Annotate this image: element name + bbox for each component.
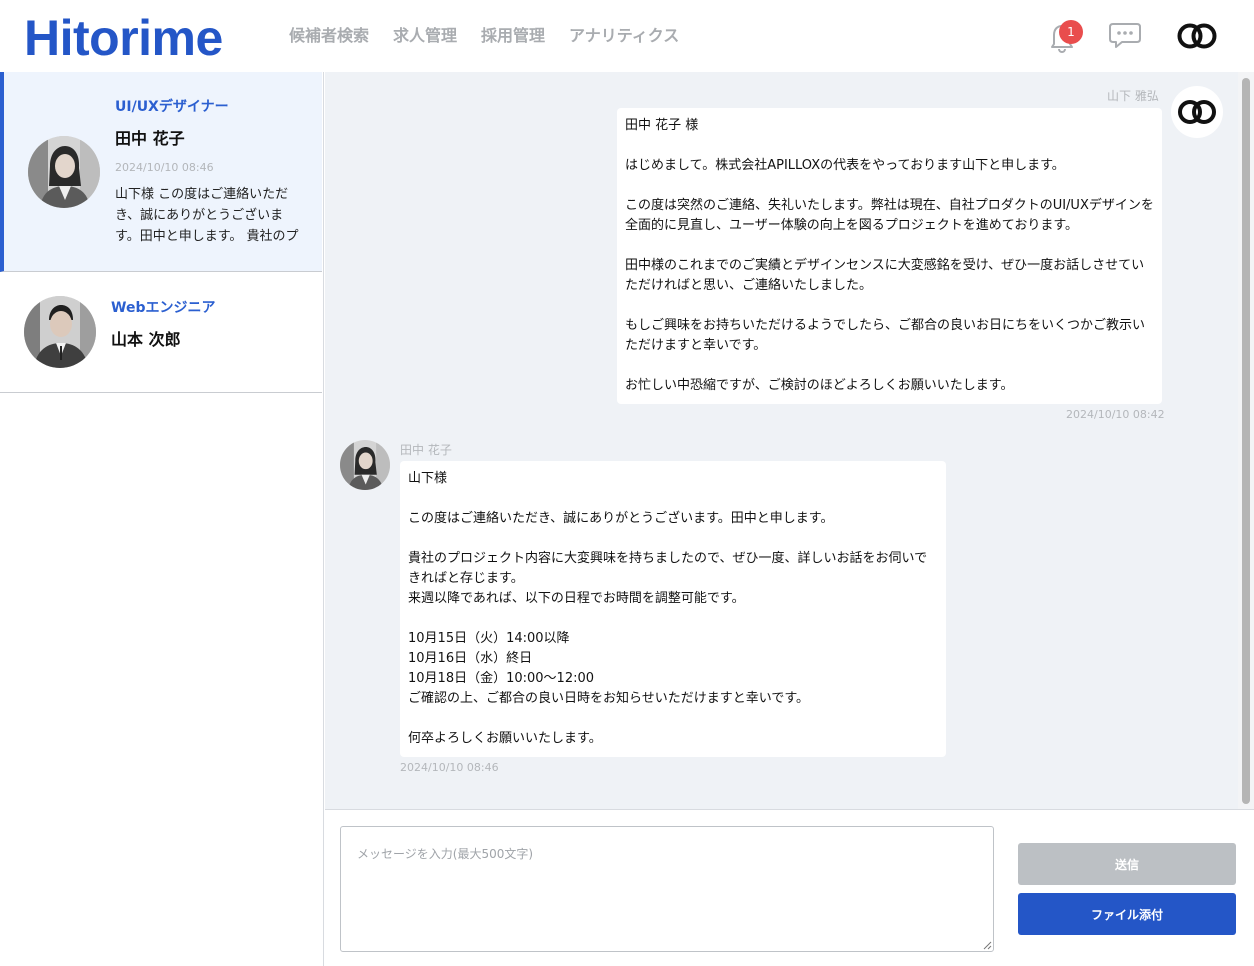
candidate-avatar [340,440,390,490]
attach-file-button[interactable]: ファイル添付 [1018,893,1236,935]
candidate-name: 田中 花子 [115,129,185,148]
message-time: 2024/10/10 08:42 [1066,408,1165,421]
nav-candidate-search[interactable]: 候補者検索 [289,24,369,48]
conversation-item[interactable]: Webエンジニア 山本 次郎 [0,272,322,393]
last-message-preview: 山下様 この度はご連絡いただき、誠にありがとうございます。田中と申します。 貴社… [115,187,299,244]
candidate-name: 山本 次郎 [111,330,181,349]
avatar [24,296,96,368]
conversation-list: UI/UXデザイナー 田中 花子 2024/10/10 08:46 山下様 この… [0,72,324,966]
nav-analytics[interactable]: アナリティクス [569,24,679,48]
sender-avatar [1171,86,1223,138]
candidate-role: UI/UXデザイナー [115,99,229,115]
avatar [28,136,100,208]
candidate-role: Webエンジニア [111,300,216,316]
app-header: Hitorime 候補者検索 求人管理 採用管理 アナリティクス 1 [0,0,1254,72]
message-input[interactable] [340,826,994,952]
resize-grip-icon[interactable] [983,941,992,950]
thread-scrollbar-thumb[interactable] [1242,78,1250,804]
conversation-item[interactable]: UI/UXデザイナー 田中 花子 2024/10/10 08:46 山下様 この… [0,72,322,272]
message-sender: 田中 花子 [400,443,452,457]
chat-bubble-icon[interactable] [1108,22,1142,50]
message-bubble-incoming: 山下様 この度はご連絡いただき、誠にありがとうございます。田中と申します。 貴社… [400,461,946,757]
app-logo[interactable]: Hitorime [24,8,223,68]
send-button[interactable]: 送信 [1018,843,1236,885]
message-sender: 山下 雅弘 [1107,89,1159,103]
main-nav: 候補者検索 求人管理 採用管理 アナリティクス [289,24,679,48]
nav-job-management[interactable]: 求人管理 [393,24,457,48]
brand-rings-icon[interactable] [1175,22,1219,50]
last-message-time: 2024/10/10 08:46 [115,161,214,174]
message-bubble-outgoing: 田中 花子 様 はじめまして。株式会社APILLOXの代表をやっております山下と… [617,108,1162,404]
message-time: 2024/10/10 08:46 [400,761,499,774]
notification-badge: 1 [1059,20,1083,44]
nav-hiring-management[interactable]: 採用管理 [481,24,545,48]
